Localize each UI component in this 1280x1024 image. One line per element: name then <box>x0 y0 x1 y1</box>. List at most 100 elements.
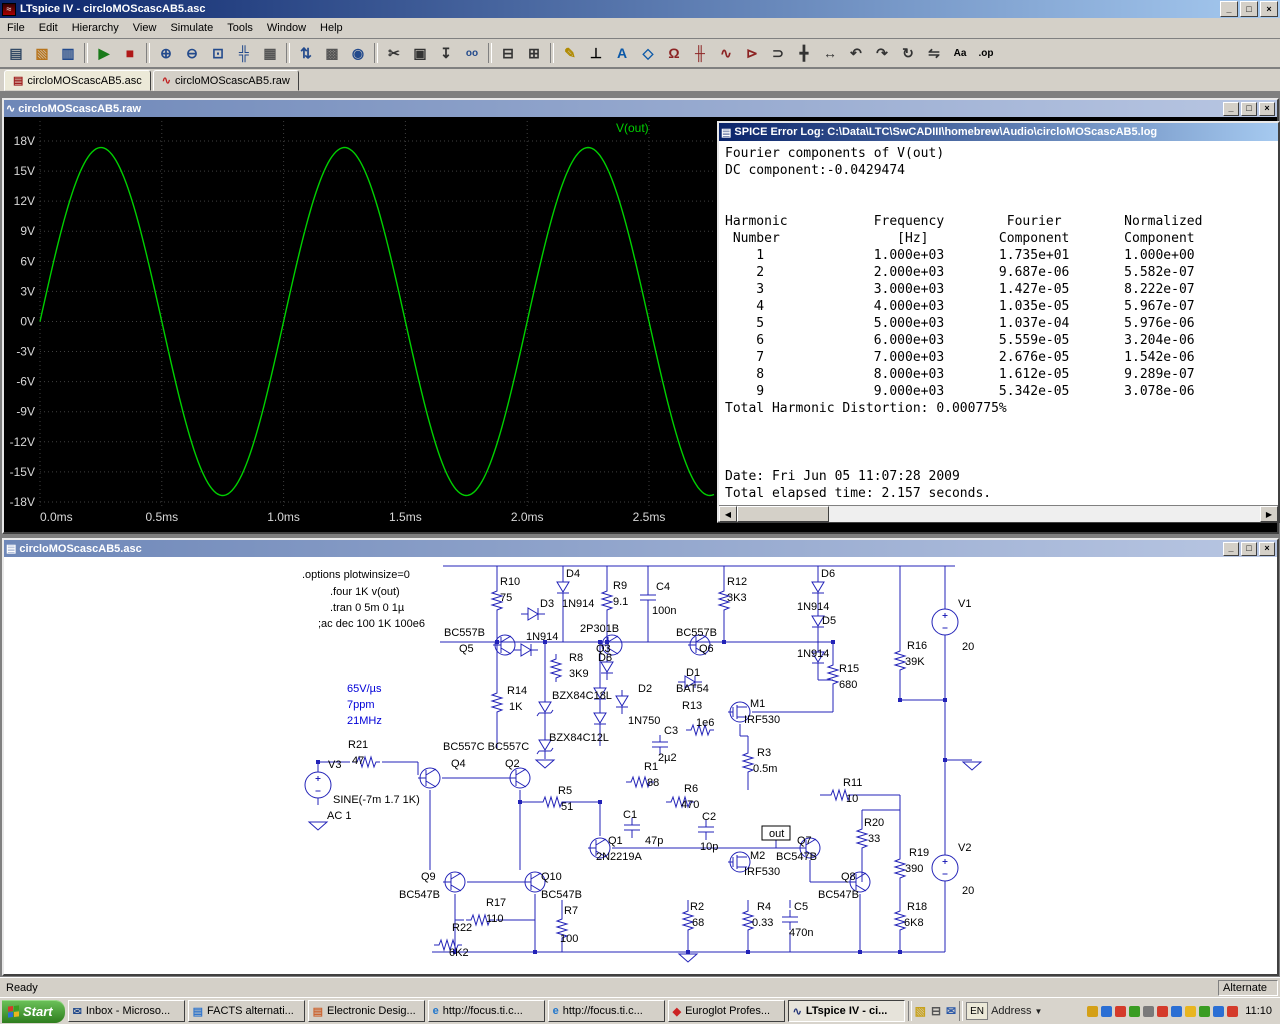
net-label-button[interactable]: A <box>609 40 635 66</box>
diode-button[interactable]: ⊳ <box>739 40 765 66</box>
find-button[interactable]: oo <box>459 40 485 66</box>
maximize-button[interactable]: □ <box>1241 101 1257 116</box>
printer-icon[interactable]: ⊟ <box>931 1004 941 1018</box>
schematic-canvas[interactable]: .options plotwinsize=0 .four 1K v(out) .tr… <box>4 557 1277 974</box>
maximize-button[interactable]: □ <box>1241 541 1257 556</box>
close-button[interactable]: × <box>1259 101 1275 116</box>
tray-shield-icon[interactable] <box>1199 1005 1211 1017</box>
rotate-button[interactable]: ↻ <box>895 40 921 66</box>
zoom-in-button[interactable]: ⊕ <box>153 40 179 66</box>
spice-directive-button[interactable]: .op <box>973 40 999 66</box>
svg-text:1N914: 1N914 <box>562 598 594 610</box>
log-window-titlebar[interactable]: ▤ SPICE Error Log: C:\Data\LTC\SwCADIII\… <box>719 123 1278 141</box>
open-file-button[interactable]: ▧ <box>29 40 55 66</box>
pan-button[interactable]: ╬ <box>231 40 257 66</box>
svg-text:Q10: Q10 <box>541 871 562 883</box>
schematic-window-titlebar[interactable]: ▤ circloMOScascAB5.asc _ □ × <box>4 540 1277 557</box>
new-schematic-button[interactable]: ▤ <box>3 40 29 66</box>
taskbar-button-facts-alternati-[interactable]: ▤ FACTS alternati... <box>187 1000 305 1022</box>
undo-button[interactable]: ↶ <box>843 40 869 66</box>
save-button[interactable]: ▥ <box>55 40 81 66</box>
tray-network-icon[interactable] <box>1143 1005 1155 1017</box>
menu-window[interactable]: Window <box>260 19 313 37</box>
tray-sync-icon[interactable] <box>1171 1005 1183 1017</box>
menu-help[interactable]: Help <box>313 19 350 37</box>
svg-text:100: 100 <box>560 933 578 945</box>
tray-mail-icon[interactable] <box>1213 1005 1225 1017</box>
address-toolbar[interactable]: Address ▼ <box>991 1005 1042 1017</box>
copy-button[interactable]: ▣ <box>407 40 433 66</box>
menu-hierarchy[interactable]: Hierarchy <box>65 19 126 37</box>
taskbar-button-ltspice-iv-ci-[interactable]: ∿ LTspice IV - ci... <box>787 1000 905 1022</box>
autorange-button[interactable]: ⇅ <box>293 40 319 66</box>
inductor-button[interactable]: ∿ <box>713 40 739 66</box>
menu-view[interactable]: View <box>126 19 164 37</box>
paste-button[interactable]: ↧ <box>433 40 459 66</box>
scroll-track[interactable] <box>829 506 1260 522</box>
text-button[interactable]: Aa <box>947 40 973 66</box>
schematic-window: ▤ circloMOScascAB5.asc _ □ × .options pl… <box>2 538 1279 976</box>
halt-button[interactable]: ■ <box>117 40 143 66</box>
taskbar-button-http-focus-ti-c-[interactable]: e http://focus.ti.c... <box>547 1000 665 1022</box>
move-button[interactable]: ╋ <box>791 40 817 66</box>
tray-antivirus-icon[interactable] <box>1115 1005 1127 1017</box>
tray-update-icon[interactable] <box>1129 1005 1141 1017</box>
tab-circloMOScascAB5.asc[interactable]: ▤ circloMOScascAB5.asc <box>4 70 151 91</box>
restore-button[interactable]: □ <box>1240 1 1258 17</box>
waveform-plot[interactable]: 18V 15V 12V 9V 6V 3V 0V -3V -6V -9V -12V -15V -18V 0.… <box>4 117 720 532</box>
menu-tools[interactable]: Tools <box>220 19 260 37</box>
zoom-full-extents-button[interactable]: ⊡ <box>205 40 231 66</box>
capacitor-button[interactable]: ╫ <box>687 40 713 66</box>
menu-file[interactable]: File <box>0 19 32 37</box>
tray-display-icon[interactable] <box>1101 1005 1113 1017</box>
scroll-right-arrow[interactable]: ▶ <box>1260 506 1278 522</box>
taskbar-button-inbox-microso-[interactable]: ✉ Inbox - Microso... <box>67 1000 185 1022</box>
port-button[interactable]: ◇ <box>635 40 661 66</box>
draw-wire-button[interactable]: ✎ <box>557 40 583 66</box>
taskbar-button-http-focus-ti-c-[interactable]: e http://focus.ti.c... <box>427 1000 545 1022</box>
run-button[interactable]: ▶ <box>91 40 117 66</box>
tray-agent-icon[interactable] <box>1227 1005 1239 1017</box>
minimize-button[interactable]: _ <box>1223 101 1239 116</box>
close-button[interactable]: × <box>1259 541 1275 556</box>
component-button[interactable]: ⊃ <box>765 40 791 66</box>
print-preview-button[interactable]: ⊞ <box>521 40 547 66</box>
waveform-window-titlebar[interactable]: ∿ circloMOScascAB5.raw _ □ × <box>4 100 1277 117</box>
mirror-button[interactable]: ⇋ <box>921 40 947 66</box>
svg-text:470: 470 <box>681 799 699 811</box>
print-button[interactable]: ⊟ <box>495 40 521 66</box>
language-indicator[interactable]: EN <box>966 1002 989 1020</box>
tray-power-icon[interactable] <box>1185 1005 1197 1017</box>
app-titlebar[interactable]: ≈ LTspice IV - circloMOScascAB5.asc _ □ … <box>0 0 1280 18</box>
svg-text:SINE(-7m 1.7 1K): SINE(-7m 1.7 1K) <box>333 794 420 806</box>
grid-button[interactable]: ▦ <box>257 40 283 66</box>
folder-icon[interactable]: ▧ <box>915 1004 926 1018</box>
drag-button[interactable]: ↔ <box>817 40 843 66</box>
minimize-button[interactable]: _ <box>1220 1 1238 17</box>
tab-circloMOScascAB5.raw[interactable]: ∿ circloMOScascAB5.raw <box>152 70 299 91</box>
svg-text:6V: 6V <box>20 254 35 268</box>
mark-data-points-button[interactable]: ◉ <box>345 40 371 66</box>
minimize-button[interactable]: _ <box>1223 541 1239 556</box>
redo-button[interactable]: ↷ <box>869 40 895 66</box>
menu-simulate[interactable]: Simulate <box>163 19 220 37</box>
toolbar-separator <box>374 43 378 63</box>
taskbar-button-electronic-desig-[interactable]: ▤ Electronic Desig... <box>307 1000 425 1022</box>
ground-button[interactable]: ⊥ <box>583 40 609 66</box>
taskbar-button-euroglot-profes-[interactable]: ◆ Euroglot Profes... <box>667 1000 785 1022</box>
svg-text:D5: D5 <box>822 615 836 627</box>
tray-volume-icon[interactable] <box>1087 1005 1099 1017</box>
cut-button[interactable]: ✂ <box>381 40 407 66</box>
resistor-button[interactable]: Ω <box>661 40 687 66</box>
menu-edit[interactable]: Edit <box>32 19 65 37</box>
svg-text:Q7: Q7 <box>797 835 812 847</box>
scroll-left-arrow[interactable]: ◀ <box>719 506 737 522</box>
svg-text:-9V: -9V <box>16 405 35 419</box>
tray-messenger-icon[interactable] <box>1157 1005 1169 1017</box>
scroll-thumb[interactable] <box>737 506 829 522</box>
start-button[interactable]: Start <box>2 999 65 1023</box>
mail-icon[interactable]: ✉ <box>946 1004 956 1018</box>
zoom-out-button[interactable]: ⊖ <box>179 40 205 66</box>
plot-settings-button[interactable]: ▩ <box>319 40 345 66</box>
close-button[interactable]: × <box>1260 1 1278 17</box>
